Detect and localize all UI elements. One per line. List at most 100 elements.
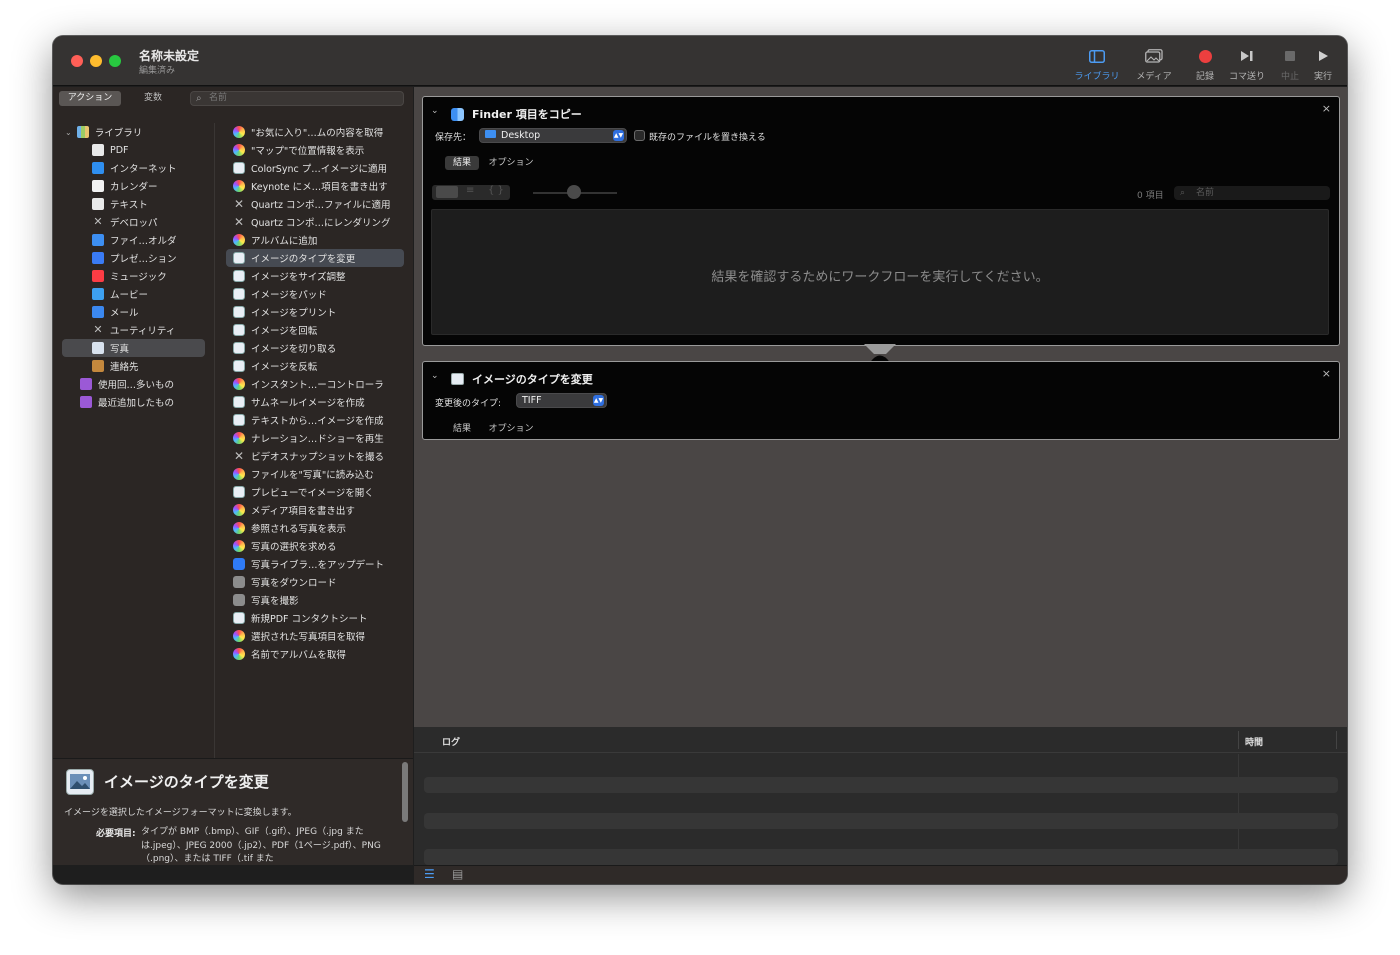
preview-app-icon [233,612,245,624]
action-list-item[interactable]: イメージをサイズ調整 [226,267,404,285]
action-list-item[interactable]: ✕ ビデオスナップショットを撮る [226,447,404,465]
action-list-item[interactable]: ✕ Quartz コンポ…ファイルに適用 [226,195,404,213]
sidebar-item-movies[interactable]: ムービー [53,285,148,303]
description-title: イメージのタイプを変更 [104,773,269,791]
close-icon[interactable]: × [1322,102,1331,115]
sidebar-item-calendar[interactable]: カレンダー [53,177,158,195]
action-list-item[interactable]: 写真をダウンロード [226,573,404,591]
action-list-item[interactable]: 写真ライブラ…をアップデート [226,555,404,573]
action-list-item[interactable]: 写真を撮影 [226,591,404,609]
action-search-input[interactable]: ⌕ 名前 [190,91,404,106]
chevron-down-icon[interactable]: ⌄ [431,106,439,116]
action-list-item[interactable]: テキストから…イメージを作成 [226,411,404,429]
preview-app-icon [233,342,245,354]
run-toolbar-button[interactable]: 実行 [1296,46,1347,82]
sidebar-item-internet[interactable]: インターネット [53,159,177,177]
time-column-header[interactable]: 時間 [1245,735,1263,748]
action-list-label: ビデオスナップショットを撮る [251,452,385,463]
action-list-item[interactable]: イメージを回転 [226,321,404,339]
photos-app-icon [233,180,245,192]
library-group[interactable]: ⌄ ライブラリ [65,123,142,141]
library-toolbar-button[interactable]: ライブラリ [1070,46,1124,82]
action-list-item[interactable]: ✕ Quartz コンポ…にレンダリング [226,213,404,231]
replace-checkbox[interactable] [634,130,645,141]
close-window-button[interactable] [71,55,83,67]
code-view-icon[interactable]: { } [488,185,504,196]
action-list-label: 新規PDF コンタクトシート [251,614,368,625]
sidebar-item-music[interactable]: ミュージック [53,267,167,285]
action-list-item[interactable]: 選択された写真項目を取得 [226,627,404,645]
tab-actions[interactable]: アクション [59,91,121,106]
smart-group-item[interactable]: 最近追加したもの [53,393,174,411]
close-icon[interactable]: × [1322,367,1331,380]
action-list-item[interactable]: イメージをプリント [226,303,404,321]
tab-options[interactable]: オプション [485,422,537,436]
action-list-item[interactable]: "マップ"で位置情報を表示 [226,141,404,159]
action-list-item[interactable]: ファイルを"写真"に読み込む [226,465,404,483]
action-list-item[interactable]: 参照される写真を表示 [226,519,404,537]
zoom-window-button[interactable] [109,55,121,67]
results-search-input[interactable]: ⌕ 名前 [1174,186,1330,200]
action-list-item[interactable]: プレビューでイメージを開く [226,483,404,501]
preview-app-icon [233,396,245,408]
sidebar-item-text[interactable]: テキスト [53,195,148,213]
description-scrollbar[interactable] [402,762,408,822]
sidebar-item-mail[interactable]: メール [53,303,139,321]
action-list-item[interactable]: Keynote にメ…項目を書き出す [226,177,404,195]
image-type-popup[interactable]: TIFF ▲▼ [516,393,607,408]
action-list-item[interactable]: 新規PDF コンタクトシート [226,609,404,627]
slider-thumb[interactable] [567,185,581,199]
log-column-header[interactable]: ログ [442,735,460,748]
media-label: メディア [1136,72,1172,82]
keynote-app-icon [233,558,245,570]
tab-options[interactable]: オプション [485,156,537,170]
music-icon [92,270,104,282]
preview-app-icon [233,162,245,174]
split-layout-icon[interactable]: ▤ [452,867,463,881]
sidebar-item-contacts[interactable]: 連絡先 [53,357,139,375]
action-list-item[interactable]: イメージを反転 [226,357,404,375]
action-list-item[interactable]: 名前でアルバムを取得 [226,645,404,663]
log-row [424,813,1338,829]
sidebar-item-pdf[interactable]: PDF [53,141,129,159]
tab-results[interactable]: 結果 [445,422,479,436]
grid-view-icon[interactable] [436,186,458,198]
smart-group-item[interactable]: 使用回…多いもの [53,375,174,393]
action-list-item[interactable]: "お気に入り"…ムの内容を取得 [226,123,404,141]
replace-label: 既存のファイルを置き換える [649,133,766,143]
search-icon: ⌕ [1180,188,1186,198]
list-view-icon[interactable]: ≡ [466,185,474,196]
action-list-item[interactable]: 写真の選択を求める [226,537,404,555]
view-mode-control[interactable]: ≡ { } [432,185,510,200]
library-label: ライブラリ [1074,72,1120,82]
pdf-icon [92,144,104,156]
action-list-item[interactable]: インスタント…ーコントローラ [226,375,404,393]
tab-results[interactable]: 結果 [445,156,479,170]
action-list-item[interactable]: イメージを切り取る [226,339,404,357]
action-list-label: イメージをサイズ調整 [251,272,346,283]
tab-variables[interactable]: 変数 [127,91,179,106]
media-toolbar-button[interactable]: メディア [1127,46,1181,82]
action-list-item[interactable]: イメージをパッド [226,285,404,303]
sidebar-item-photos[interactable]: 写真 [62,339,205,357]
sidebar-item-developer[interactable]: ✕ デベロッパ [53,213,157,231]
preview-app-icon [233,252,245,264]
minimize-window-button[interactable] [90,55,102,67]
action-list-item[interactable]: メディア項目を書き出す [226,501,404,519]
action-list-item[interactable]: ナレーション…ドショーを再生 [226,429,404,447]
action-list-item[interactable]: サムネールイメージを作成 [226,393,404,411]
photos-app-icon [233,378,245,390]
action-list-item[interactable]: アルバムに追加 [226,231,404,249]
sidebar-item-utilities[interactable]: ✕ ユーティリティ [53,321,175,339]
search-placeholder: 名前 [209,93,228,103]
automator-window: 名称未設定 編集済み ライブラリ メディア 記録 コマ送り 中止 実行 アクショ… [53,36,1347,884]
action-list-item[interactable]: ColorSync プ…イメージに適用 [226,159,404,177]
sidebar-item-presentations[interactable]: プレゼ…ション [53,249,177,267]
action-list-item[interactable]: イメージのタイプを変更 [226,249,404,267]
sidebar-item-files-folders[interactable]: ファイ…オルダ [53,231,177,249]
chevron-down-icon[interactable]: ⌄ [431,371,439,381]
list-layout-icon[interactable]: ☰ [424,867,435,881]
category-list: ⌄ ライブラリ PDF インターネット カレンダー テキスト ✕ デベロッパ ファイ…オルダ… [53,123,215,758]
chevron-down-icon: ⌄ [65,127,72,137]
destination-popup[interactable]: Desktop ▲▼ [479,128,627,143]
